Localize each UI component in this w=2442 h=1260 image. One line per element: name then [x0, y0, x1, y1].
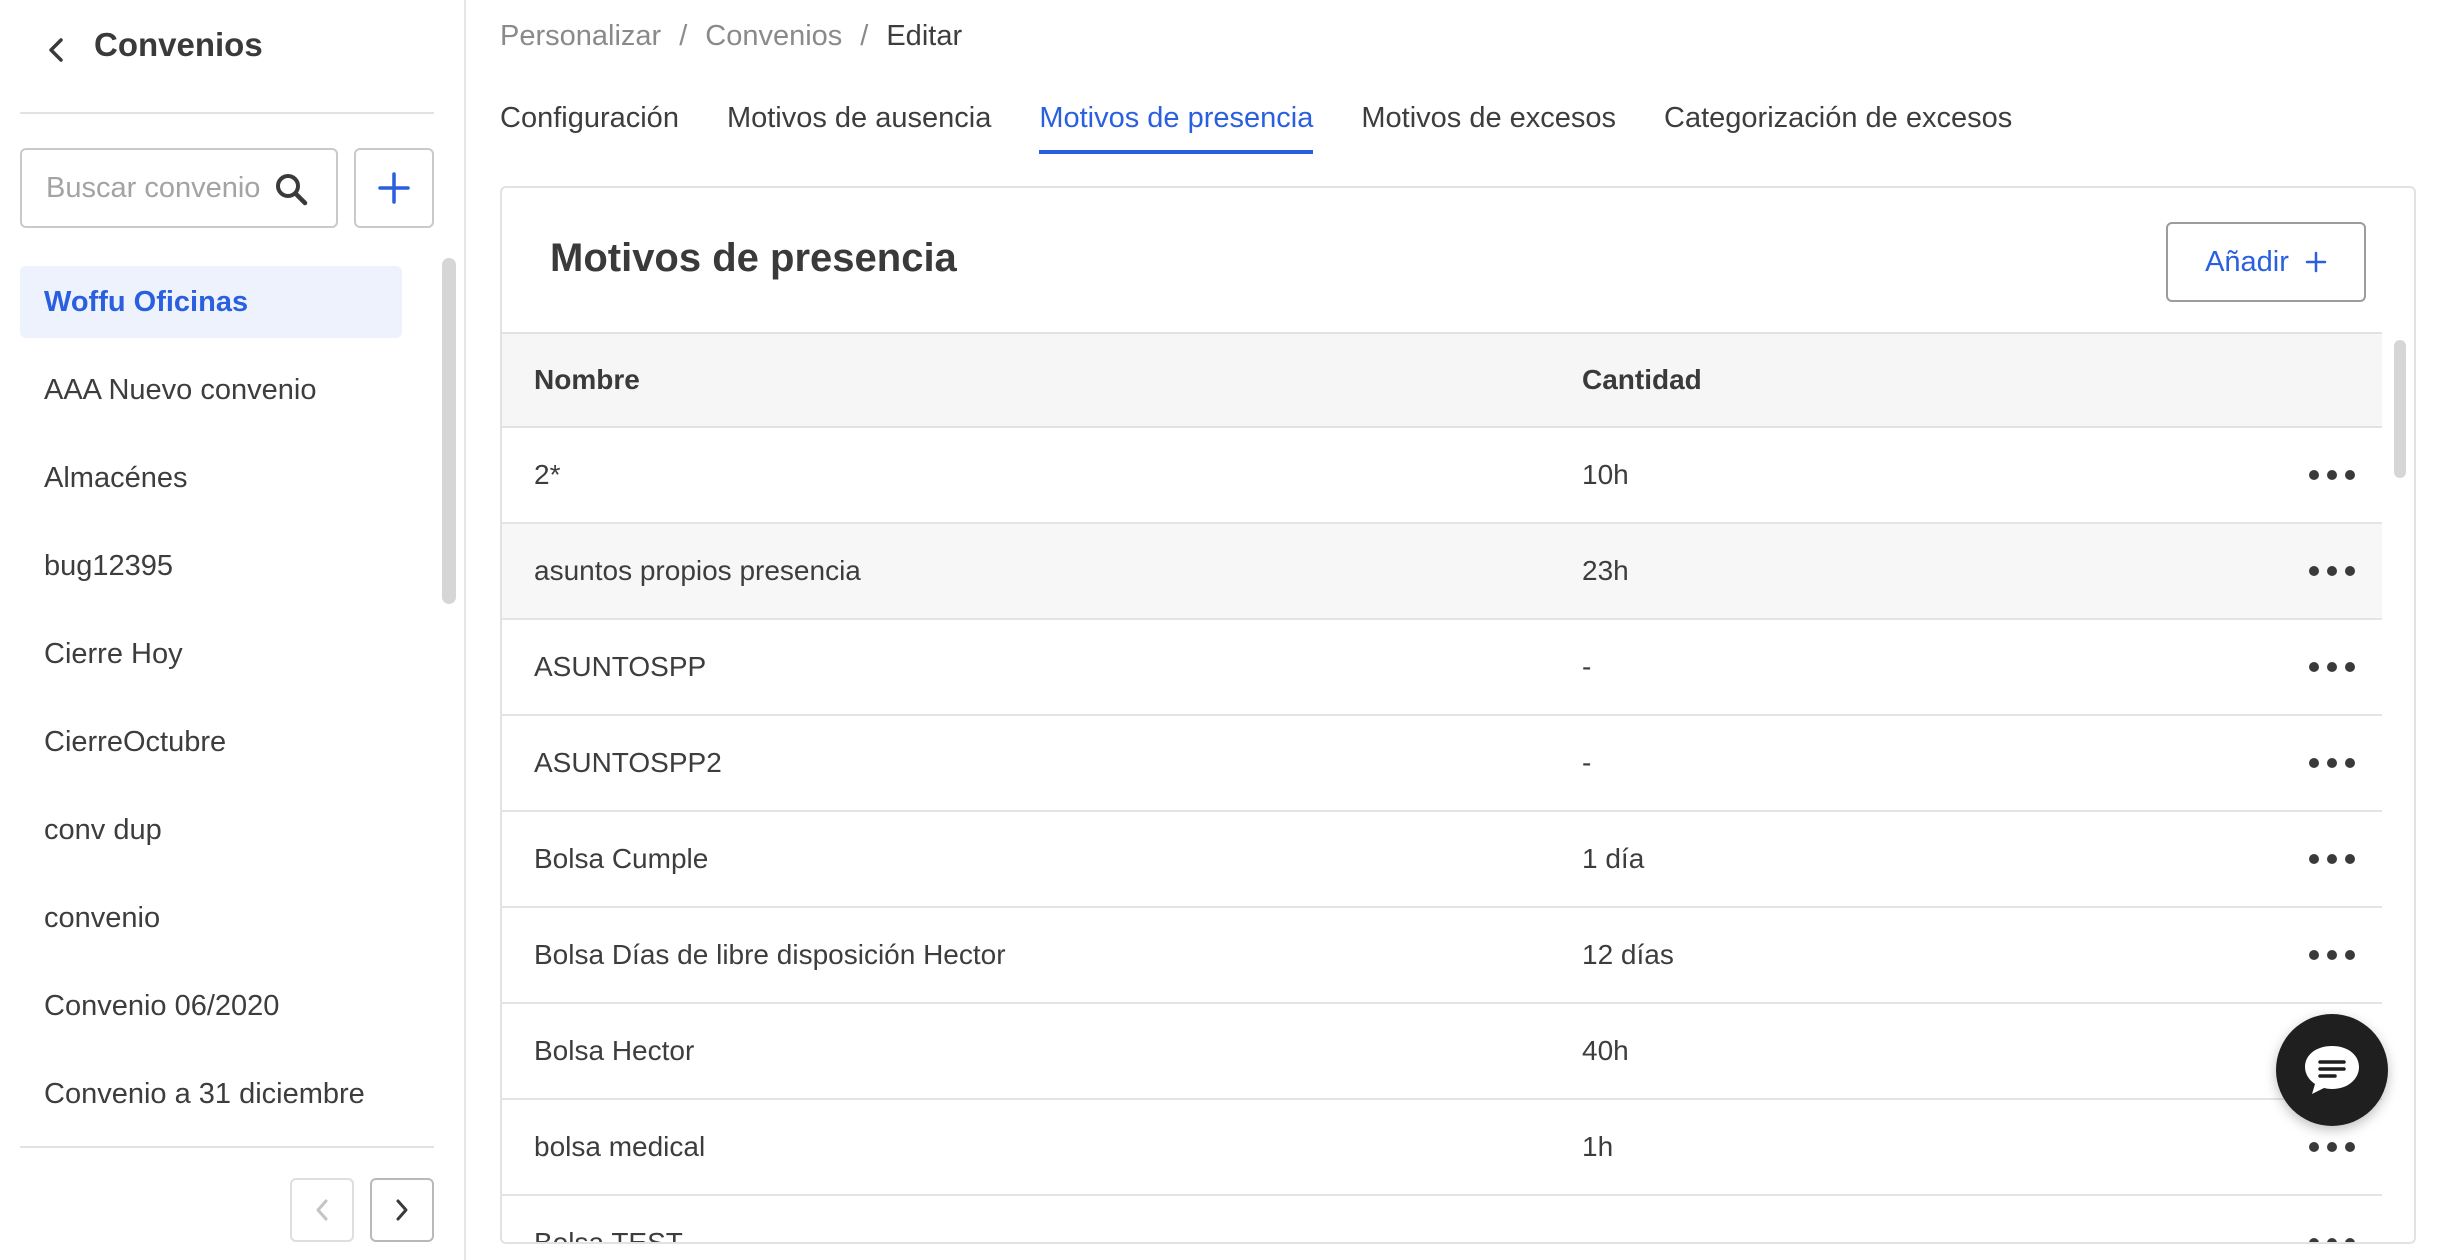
search-field[interactable] [20, 148, 338, 228]
convenio-item[interactable]: Convenio a 31 diciembre [20, 1058, 402, 1130]
cell-nombre: asuntos propios presencia [534, 555, 861, 586]
breadcrumb: Personalizar / Convenios / Editar [500, 20, 962, 53]
cell-nombre: Bolsa TEST [534, 1227, 683, 1244]
cell-cantidad: 1 día [1582, 843, 1645, 874]
column-header-nombre: Nombre [534, 364, 640, 395]
cell-cantidad: 1h [1582, 1131, 1614, 1162]
tab-motivos-presencia[interactable]: Motivos de presencia [1039, 96, 1314, 154]
convenio-item[interactable]: CierreOctubre [20, 706, 402, 778]
sidebar: Convenios Woffu Oficinas AAA Nuevo conve… [0, 0, 466, 1260]
breadcrumb-personalizar[interactable]: Personalizar [500, 20, 661, 53]
breadcrumb-current: Editar [886, 20, 963, 52]
table-row[interactable]: ASUNTOSPP2 - [502, 716, 2382, 812]
motivos-card: Motivos de presencia Añadir Nombre Canti… [500, 186, 2416, 1244]
cell-cantidad: - [1582, 747, 1592, 778]
cell-cantidad: 12 días [1582, 939, 1674, 970]
cell-cantidad: 10h [1582, 459, 1629, 490]
more-options-icon[interactable] [2309, 844, 2355, 874]
more-options-icon[interactable] [2309, 460, 2355, 490]
cell-cantidad: 23h [1582, 555, 1629, 586]
convenio-item[interactable]: conv dup [20, 794, 402, 866]
tab-configuracion[interactable]: Configuración [500, 96, 679, 154]
main-content: Personalizar / Convenios / Editar Config… [468, 0, 2442, 1260]
next-page-button[interactable] [370, 1178, 434, 1242]
cell-nombre: Bolsa Hector [534, 1035, 695, 1066]
table-row[interactable]: Bolsa Días de libre disposición Hector 1… [502, 908, 2382, 1004]
add-convenio-button[interactable] [354, 148, 434, 228]
table-header: Nombre Cantidad [502, 332, 2382, 428]
column-header-cantidad: Cantidad [1582, 364, 1702, 395]
more-options-icon[interactable] [2309, 748, 2355, 778]
more-options-icon[interactable] [2309, 556, 2355, 586]
table-scrollbar[interactable] [2394, 340, 2406, 478]
plus-icon [378, 172, 410, 204]
cell-nombre: ASUNTOSPP [534, 651, 707, 682]
tab-motivos-ausencia[interactable]: Motivos de ausencia [727, 96, 991, 154]
chevron-right-icon [396, 1199, 408, 1221]
sidebar-header: Convenios [20, 0, 434, 114]
cell-nombre: ASUNTOSPP2 [534, 747, 722, 778]
table-row[interactable]: bolsa medical 1h [502, 1100, 2382, 1196]
convenio-item[interactable]: convenio [20, 882, 402, 954]
chat-button[interactable] [2276, 1014, 2388, 1126]
convenio-item[interactable]: bug12395 [20, 530, 402, 602]
search-icon[interactable] [274, 172, 308, 206]
table-row[interactable]: Bolsa Cumple 1 día [502, 812, 2382, 908]
chevron-left-icon [316, 1199, 328, 1221]
tab-motivos-excesos[interactable]: Motivos de excesos [1361, 96, 1616, 154]
more-options-icon[interactable] [2309, 652, 2355, 682]
more-options-icon[interactable] [2309, 1228, 2355, 1242]
convenio-list: Woffu Oficinas AAA Nuevo convenio Almacé… [20, 266, 402, 1146]
previous-page-button[interactable] [290, 1178, 354, 1242]
cell-cantidad: 40h [1582, 1035, 1629, 1066]
breadcrumb-convenios[interactable]: Convenios [705, 20, 842, 53]
card-title: Motivos de presencia [550, 236, 957, 280]
tab-categorizacion-excesos[interactable]: Categorización de excesos [1664, 96, 2012, 154]
convenio-item[interactable]: Convenio 06/2020 [20, 970, 402, 1042]
cell-cantidad: - [1582, 651, 1592, 682]
back-button[interactable] [38, 30, 74, 70]
cell-nombre: Bolsa Días de libre disposición Hector [534, 939, 1006, 970]
cell-nombre: bolsa medical [534, 1131, 706, 1162]
convenio-item[interactable]: Woffu Oficinas [20, 266, 402, 338]
search-input[interactable] [22, 150, 272, 226]
breadcrumb-separator: / [860, 20, 869, 52]
add-button-label: Añadir [2205, 245, 2289, 278]
app-root: Convenios Woffu Oficinas AAA Nuevo conve… [0, 0, 2442, 1260]
plus-icon [2305, 251, 2327, 273]
convenio-item[interactable]: AAA Nuevo convenio [20, 354, 402, 426]
chevron-left-icon [49, 38, 63, 62]
add-button[interactable]: Añadir [2166, 222, 2366, 302]
cell-nombre: Bolsa Cumple [534, 843, 709, 874]
table-row[interactable]: Bolsa Hector 40h [502, 1004, 2382, 1100]
sidebar-title: Convenios [94, 26, 263, 63]
more-options-icon[interactable] [2309, 940, 2355, 970]
convenio-item[interactable]: Almacénes [20, 442, 402, 514]
cell-nombre: 2* [534, 459, 561, 490]
sidebar-divider [20, 1146, 434, 1148]
table-row[interactable]: asuntos propios presencia 23h [502, 524, 2382, 620]
chat-bubble-icon [2305, 1046, 2359, 1094]
table-row[interactable]: ASUNTOSPP - [502, 620, 2382, 716]
breadcrumb-separator: / [679, 20, 688, 52]
convenio-item[interactable]: Cierre Hoy [20, 618, 402, 690]
table-row[interactable]: 2* 10h [502, 428, 2382, 524]
table-row[interactable]: Bolsa TEST [502, 1196, 2382, 1244]
sidebar-scrollbar[interactable] [442, 258, 456, 604]
more-options-icon[interactable] [2309, 1132, 2355, 1162]
tab-bar: Configuración Motivos de ausencia Motivo… [500, 96, 2060, 156]
motivos-table: Nombre Cantidad 2* 10h asuntos propios p… [502, 332, 2382, 1244]
